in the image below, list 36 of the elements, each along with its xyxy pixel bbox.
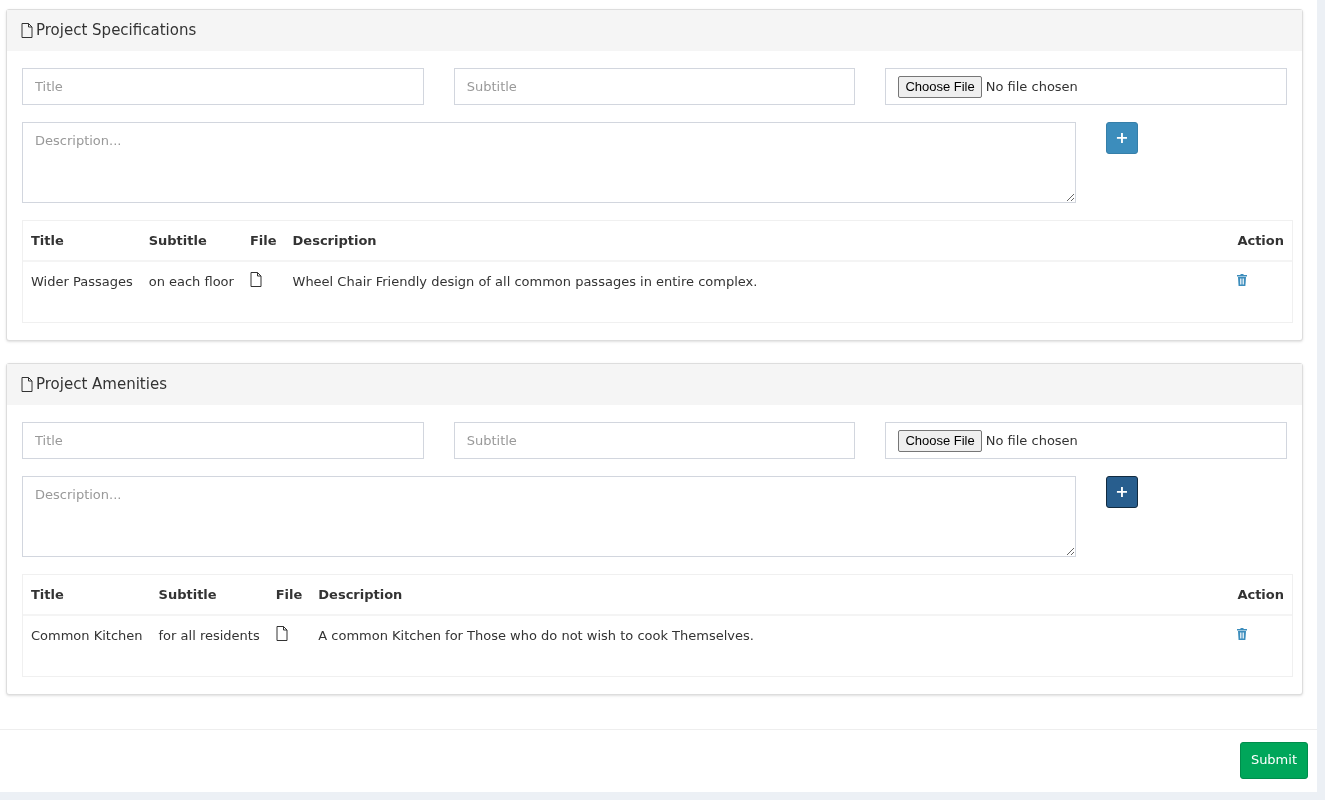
file-icon[interactable]	[275, 625, 288, 641]
subtitle-field[interactable]: Subtitle	[453, 68, 856, 105]
title-field[interactable]: Title	[22, 68, 424, 105]
file-status: No file chosen	[985, 431, 1078, 450]
table-cell: A common Kitchen for Those who do not wish to cook Themselves.	[310, 615, 1230, 656]
table-cell: Common Kitchen	[23, 615, 151, 656]
subtitle-field[interactable]: Subtitle	[453, 422, 856, 459]
column-header: File	[267, 575, 311, 615]
panel-title: Project Amenities	[36, 374, 167, 396]
column-header: Subtitle	[140, 221, 242, 261]
description-field[interactable]: Description...	[22, 476, 1076, 557]
column-header: Description	[284, 221, 1230, 261]
panel-title: Project Specifications	[36, 20, 197, 42]
file-icon[interactable]	[249, 271, 262, 287]
add-button[interactable]: +	[1106, 122, 1138, 154]
delete-icon[interactable]	[1237, 274, 1248, 287]
column-header: Title	[23, 221, 141, 261]
table-cell: Wheel Chair Friendly design of all common passages in entire complex.	[284, 261, 1230, 302]
table-cell: Wider Passages	[23, 261, 141, 302]
table-cell: on each floor	[140, 261, 242, 302]
choose-file-button[interactable]: Choose File	[898, 429, 982, 452]
column-header: Action	[1229, 221, 1292, 261]
choose-file-button[interactable]: Choose File	[898, 75, 982, 98]
column-header: File	[241, 221, 285, 261]
delete-icon[interactable]	[1237, 628, 1248, 641]
column-header: Description	[310, 575, 1230, 615]
column-header: Title	[23, 575, 151, 615]
document-icon	[21, 23, 33, 38]
file-status: No file chosen	[985, 77, 1078, 96]
add-button[interactable]: +	[1106, 476, 1138, 508]
document-icon	[21, 377, 33, 392]
column-header: Action	[1229, 575, 1292, 615]
title-field[interactable]: Title	[22, 422, 424, 459]
description-field[interactable]: Description...	[22, 122, 1076, 203]
column-header: Subtitle	[150, 575, 268, 615]
table-cell: for all residents	[150, 615, 268, 656]
